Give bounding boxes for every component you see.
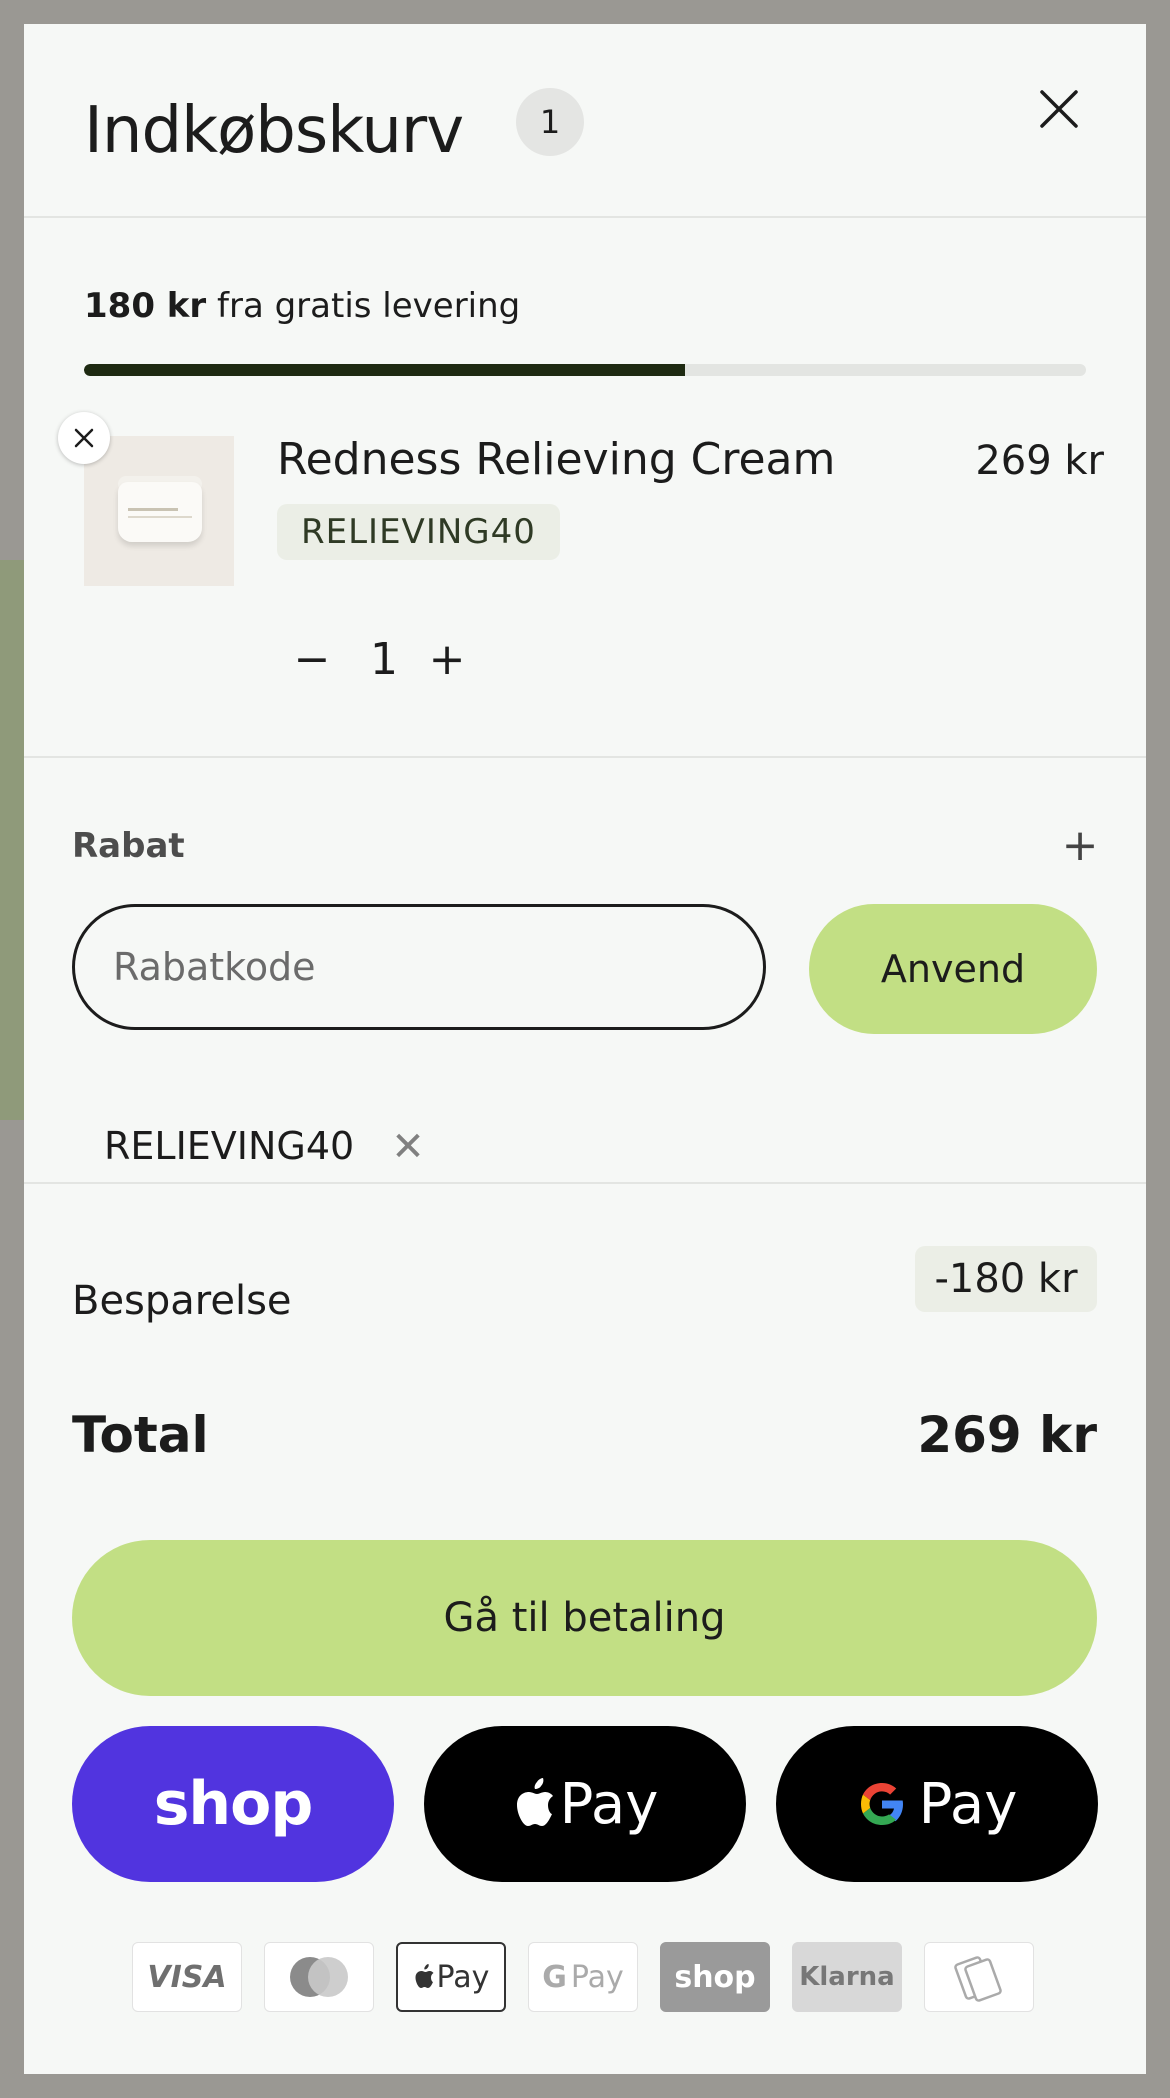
discount-section-label: Rabat — [72, 826, 185, 866]
header-divider — [24, 216, 1146, 218]
apple-icon — [516, 1778, 553, 1826]
jar-label-line — [128, 508, 178, 511]
apple-pay-label: Pay — [559, 1771, 659, 1837]
page-backdrop — [0, 560, 24, 1120]
google-g-icon — [860, 1783, 903, 1825]
apple-pay-button[interactable]: Pay — [424, 1726, 746, 1882]
total-label: Total — [72, 1406, 209, 1464]
remove-item-button[interactable] — [58, 412, 110, 464]
google-g-small-icon: G — [542, 1959, 567, 1995]
cart-title: Indkøbskurv — [84, 94, 464, 168]
apple-pay-icon: Pay — [396, 1942, 506, 2012]
product-price: 269 kr — [975, 438, 1104, 484]
remove-discount-button[interactable]: ✕ — [388, 1122, 428, 1172]
jar-label-line — [128, 516, 192, 518]
mastercard-circles — [290, 1957, 348, 1997]
shop-pay-button[interactable]: shop — [72, 1726, 394, 1882]
mastercard-icon — [264, 1942, 374, 2012]
product-name[interactable]: Redness Relieving Cream — [277, 434, 835, 485]
free-shipping-amount: 180 kr — [84, 286, 207, 326]
quantity-decrease-button[interactable]: − — [292, 630, 332, 690]
savings-value: -180 kr — [915, 1246, 1097, 1312]
item-discount-tag: RELIEVING40 — [277, 504, 560, 560]
generic-card-icon — [954, 1956, 1002, 2002]
card-icon — [924, 1942, 1034, 2012]
discount-code-input[interactable] — [72, 904, 766, 1030]
google-pay-small-label: Pay — [570, 1959, 624, 1995]
shop-pay-small-label: shop — [674, 1959, 756, 1995]
cart-count-badge: 1 — [516, 88, 584, 156]
apple-pay-small-label: Pay — [436, 1959, 490, 1995]
shop-pay-label: shop — [153, 1769, 314, 1839]
quantity-increase-button[interactable]: + — [422, 630, 472, 690]
klarna-icon: Klarna — [792, 1942, 902, 2012]
discount-divider — [24, 1182, 1146, 1184]
product-image[interactable] — [84, 436, 234, 586]
apple-small-icon — [415, 1964, 434, 1988]
visa-label: VISA — [147, 1959, 227, 1995]
free-shipping-progress-fill — [84, 364, 686, 376]
total-value: 269 kr — [917, 1406, 1097, 1464]
close-icon — [74, 428, 94, 448]
cart-drawer: Indkøbskurv 1 180 kr fra gratis levering… — [24, 24, 1146, 2074]
visa-icon: VISA — [132, 1942, 242, 2012]
checkout-button[interactable]: Gå til betaling — [72, 1540, 1097, 1696]
google-pay-label: Pay — [918, 1771, 1018, 1837]
items-divider — [24, 756, 1146, 758]
shop-pay-icon: shop — [660, 1942, 770, 2012]
discount-expand-button[interactable]: + — [1058, 824, 1102, 868]
google-pay-icon: G Pay — [528, 1942, 638, 2012]
klarna-label: Klarna — [799, 1962, 895, 1992]
free-shipping-progress — [84, 364, 1086, 376]
close-icon — [1040, 90, 1078, 128]
google-pay-button[interactable]: Pay — [776, 1726, 1098, 1882]
quantity-value: 1 — [370, 634, 398, 685]
apply-discount-button[interactable]: Anvend — [809, 904, 1097, 1034]
free-shipping-message: 180 kr fra gratis levering — [84, 286, 520, 326]
jar-body — [118, 482, 202, 542]
applied-discount-code: RELIEVING40 — [104, 1124, 355, 1168]
savings-label: Besparelse — [72, 1278, 292, 1324]
free-shipping-text: fra gratis levering — [217, 286, 521, 326]
close-button[interactable] — [1034, 84, 1084, 134]
